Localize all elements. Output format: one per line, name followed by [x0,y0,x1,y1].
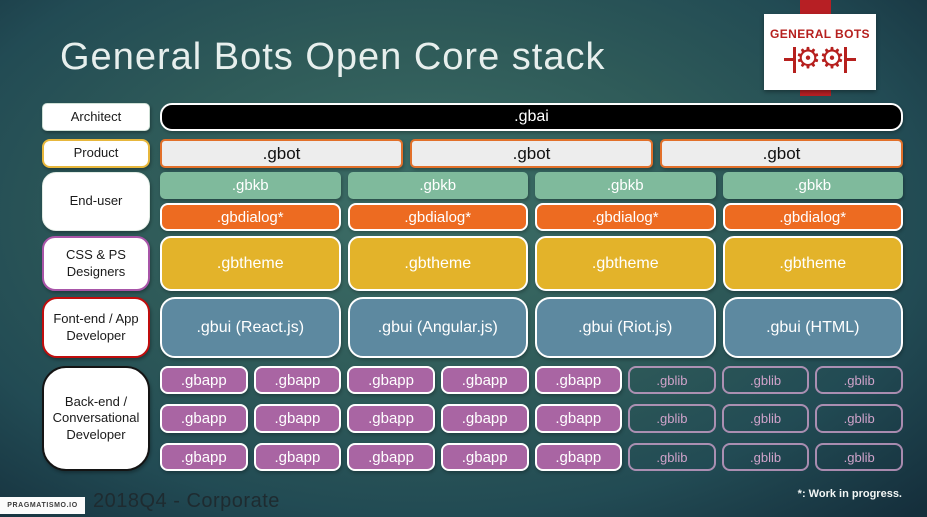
gbui-row: .gbui (React.js) .gbui (Angular.js) .gbu… [160,297,903,358]
gbapp-box: .gbapp [534,404,623,433]
gbapp-gblib-row: .gbapp .gbapp .gbapp .gbapp .gbapp .gbli… [160,404,903,433]
gbapp-box: .gbapp [440,443,529,471]
gbapp-gblib-row: .gbapp .gbapp .gbapp .gbapp .gbapp .gbli… [160,443,903,471]
gear-icon: ⚙ [795,43,821,75]
gblib-box: .gblib [721,404,810,433]
role-label-architect: Architect [42,103,150,131]
gblib-box: .gblib [628,404,716,433]
gbdialog-box: .gbdialog* [347,203,528,231]
gbtheme-box: .gbtheme [347,236,528,291]
logo-brand-text: GENERAL BOTS [770,26,870,41]
gbkb-box: .gbkb [347,172,528,199]
logo-line-left [784,58,793,61]
pragmatismo-logo: PRAGMATISMO.IO [0,497,85,514]
gbtheme-box: .gbtheme [722,236,903,291]
gblib-box: .gblib [815,404,903,433]
role-label-end-user: End-user [42,172,150,231]
general-bots-logo: GENERAL BOTS ⚙ ⚙ [764,14,876,90]
gbui-riot-box: .gbui (Riot.js) [535,297,716,358]
gbtheme-box: .gbtheme [160,236,341,291]
role-label-css-ps-designers: CSS & PS Designers [42,236,150,291]
gbkb-row: .gbkb .gbkb .gbkb .gbkb [160,172,903,199]
gbapp-box: .gbapp [160,366,248,394]
gbdialog-box: .gbdialog* [160,203,341,231]
gbapp-box: .gbapp [253,366,342,394]
gbui-angular-box: .gbui (Angular.js) [347,297,528,358]
gbapp-box: .gbapp [534,366,623,394]
slide-canvas: General Bots Open Core stack GENERAL BOT… [0,0,927,517]
gbkb-box: .gbkb [535,172,716,199]
gbapp-box: .gbapp [253,404,342,433]
gbkb-box: .gbkb [160,172,341,199]
gbapp-box: .gbapp [160,404,248,433]
gbapp-box: .gbapp [534,443,623,471]
gbui-html-box: .gbui (HTML) [722,297,903,358]
gbapp-box: .gbapp [253,443,342,471]
gbai-row: .gbai [160,103,903,131]
gbai-box: .gbai [160,103,903,131]
gblib-box: .gblib [815,443,903,471]
page-title: General Bots Open Core stack [60,36,606,78]
gbapp-gblib-row: .gbapp .gbapp .gbapp .gbapp .gbapp .gbli… [160,366,903,394]
gbkb-box: .gbkb [722,172,903,199]
gbapp-box: .gbapp [440,366,529,394]
logo-line-right [847,58,856,61]
work-in-progress-note: *: Work in progress. [797,488,902,500]
gbapp-box: .gbapp [347,443,435,471]
gbot-box: .gbot [160,139,403,168]
gear-icon: ⚙ [819,43,845,75]
gblib-box: .gblib [721,366,810,394]
gblib-box: .gblib [628,366,716,394]
gbui-react-box: .gbui (React.js) [160,297,341,358]
gblib-box: .gblib [628,443,716,471]
gbapp-box: .gbapp [347,366,435,394]
gbtheme-box: .gbtheme [535,236,716,291]
gblib-box: .gblib [721,443,810,471]
gblib-box: .gblib [815,366,903,394]
gbapp-box: .gbapp [160,443,248,471]
gbot-box: .gbot [410,139,653,168]
gbapp-box: .gbapp [440,404,529,433]
gbot-box: .gbot [660,139,903,168]
gbot-row: .gbot .gbot .gbot [160,139,903,168]
gbdialog-box: .gbdialog* [722,203,903,231]
role-label-backend-conversational-developer: Back-end / Conversational Developer [42,366,150,471]
gbdialog-row: .gbdialog* .gbdialog* .gbdialog* .gbdial… [160,203,903,231]
role-label-product: Product [42,139,150,168]
footer-date-label: 2018Q4 - Corporate [93,490,280,512]
gbtheme-row: .gbtheme .gbtheme .gbtheme .gbtheme [160,236,903,291]
gbapp-box: .gbapp [347,404,435,433]
gears-logo-icon: ⚙ ⚙ [784,42,856,78]
gbdialog-box: .gbdialog* [535,203,716,231]
role-label-frontend-app-developer: Font-end / App Developer [42,297,150,358]
